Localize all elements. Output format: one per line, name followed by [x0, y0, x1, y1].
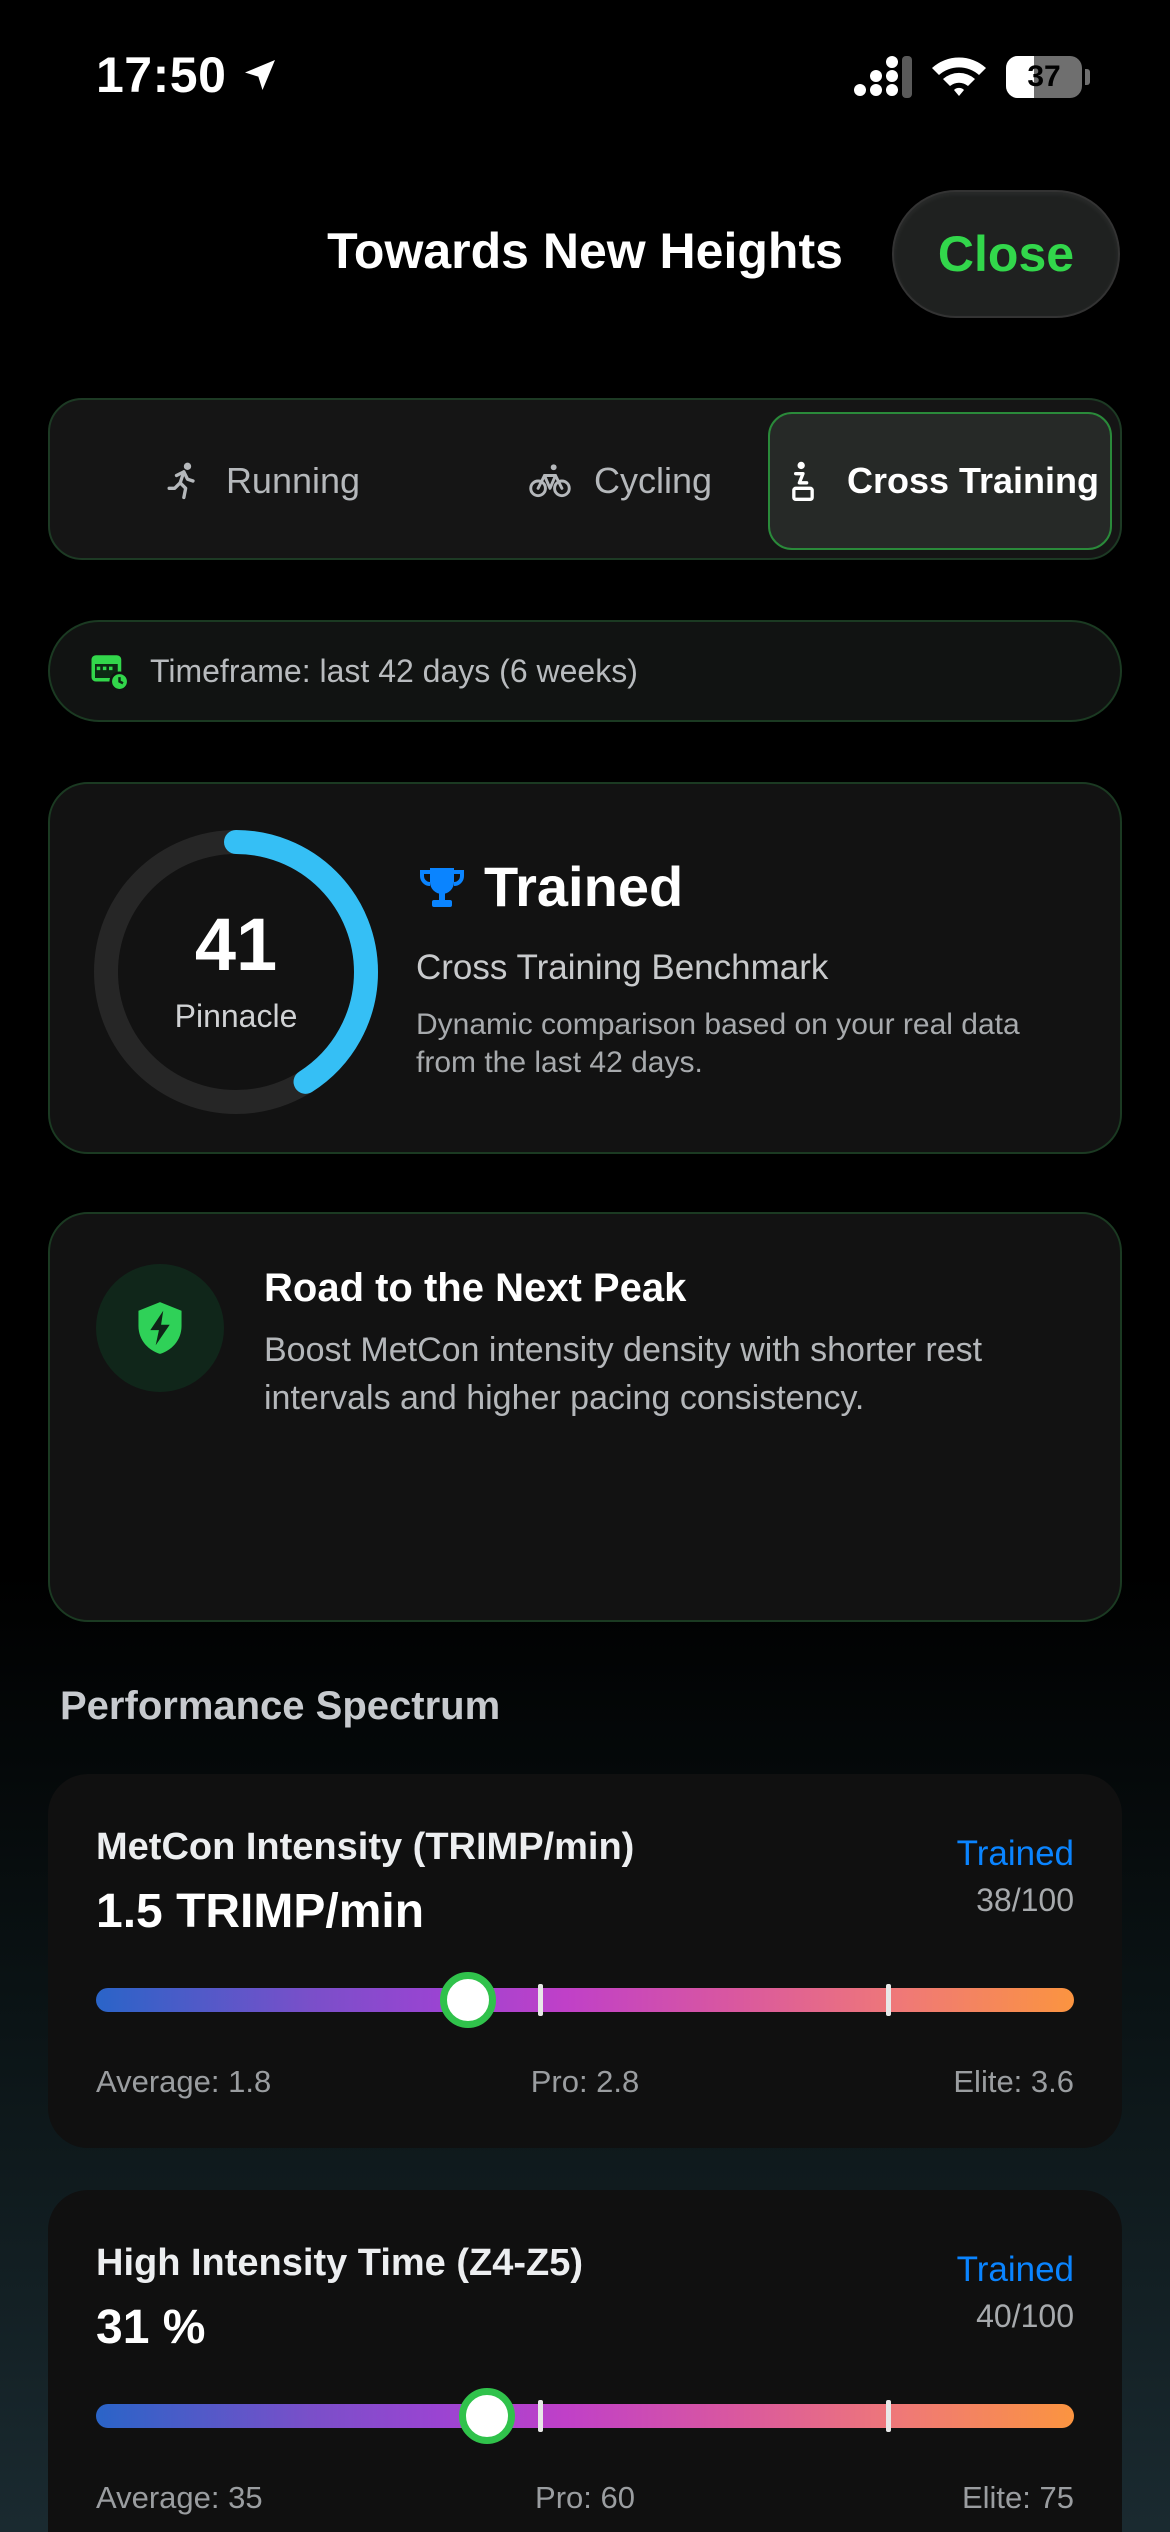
page-title-text: Towards New Heights [327, 223, 843, 279]
sport-segmented-control: Running Cycling Cross Training [48, 398, 1122, 560]
next-peak-title: Road to the Next Peak [264, 1266, 687, 1310]
metric-tick-pro [538, 1984, 544, 2016]
score-level: Trained [484, 855, 684, 918]
status-bar: 17:50 37 [0, 0, 1170, 150]
tab-cycling-label: Cycling [593, 460, 713, 501]
score-value: 41 [194, 903, 278, 986]
metric-elite: Elite: 75 [961, 2480, 1074, 2515]
metric-tick-pro [538, 2400, 544, 2432]
metric-level: Trained [956, 2250, 1074, 2289]
battery-body: 37 [1006, 56, 1082, 98]
battery-indicator: 37 [1006, 56, 1090, 98]
status-time: 17:50 [96, 47, 227, 103]
tab-cross-training[interactable]: Cross Training [768, 412, 1112, 550]
benchmark-score-card: 41 Pinnacle Trained Cross Training Bench… [48, 782, 1122, 1154]
metric-pro: Pro: 60 [535, 2480, 635, 2515]
metric-position-marker [459, 2388, 516, 2444]
trophy-icon [420, 868, 464, 907]
score-ring-label: Pinnacle [174, 998, 298, 1034]
peak-icon-badge [96, 1264, 224, 1392]
metric-spectrum-bar [96, 1972, 1074, 2028]
tab-running[interactable]: Running [110, 412, 410, 550]
cellular-signal-icon [854, 56, 912, 98]
metric-position-marker [439, 1972, 496, 2028]
metric-value: 1.5 TRIMP/min [96, 1885, 425, 1938]
metric-card-high-intensity-time[interactable]: High Intensity Time (Z4-Z5) 31 % Trained… [48, 2190, 1122, 2532]
battery-tip [1085, 69, 1090, 85]
metric-elite: Elite: 3.6 [953, 2064, 1074, 2099]
wifi-icon [932, 57, 986, 96]
metric-score: 40/100 [976, 2298, 1074, 2334]
metric-name: MetCon Intensity (TRIMP/min) [96, 1826, 635, 1868]
battery-percent: 37 [1027, 60, 1061, 93]
score-benchmark: Cross Training Benchmark [416, 948, 829, 987]
metric-score: 38/100 [976, 1882, 1074, 1918]
cross-training-icon [792, 461, 814, 501]
next-peak-card: Road to the Next Peak Boost MetCon inten… [48, 1212, 1122, 1622]
tab-running-label: Running [225, 460, 361, 501]
metric-value: 31 % [96, 2301, 206, 2354]
timeframe-pill[interactable]: Timeframe: last 42 days (6 weeks) [48, 620, 1122, 722]
score-description: Dynamic comparison based on your real da… [416, 1008, 1020, 1079]
shield-bolt-icon [138, 1302, 182, 1354]
metric-name: High Intensity Time (Z4-Z5) [96, 2242, 584, 2284]
metric-tick-elite [885, 2400, 891, 2432]
location-arrow-icon [245, 60, 275, 90]
calendar-clock-icon [91, 655, 130, 692]
metric-spectrum-bar [96, 2388, 1074, 2444]
metric-level: Trained [956, 1834, 1074, 1873]
metric-tick-elite [885, 1984, 891, 2016]
performance-spectrum-title: Performance Spectrum [60, 1684, 501, 1728]
timeframe-label: Timeframe: last 42 days (6 weeks) [150, 652, 638, 689]
metric-card-metcon-intensity[interactable]: MetCon Intensity (TRIMP/min) 1.5 TRIMP/m… [48, 1774, 1122, 2148]
tab-cycling[interactable]: Cycling [470, 412, 770, 550]
tab-cross-training-label: Cross Training [846, 460, 1100, 501]
next-peak-description: Boost MetCon intensity density with shor… [264, 1331, 983, 1417]
runner-icon [167, 462, 195, 500]
metric-pro: Pro: 2.8 [530, 2064, 640, 2099]
bicycle-icon [529, 464, 571, 498]
close-button[interactable]: Close [892, 190, 1120, 318]
